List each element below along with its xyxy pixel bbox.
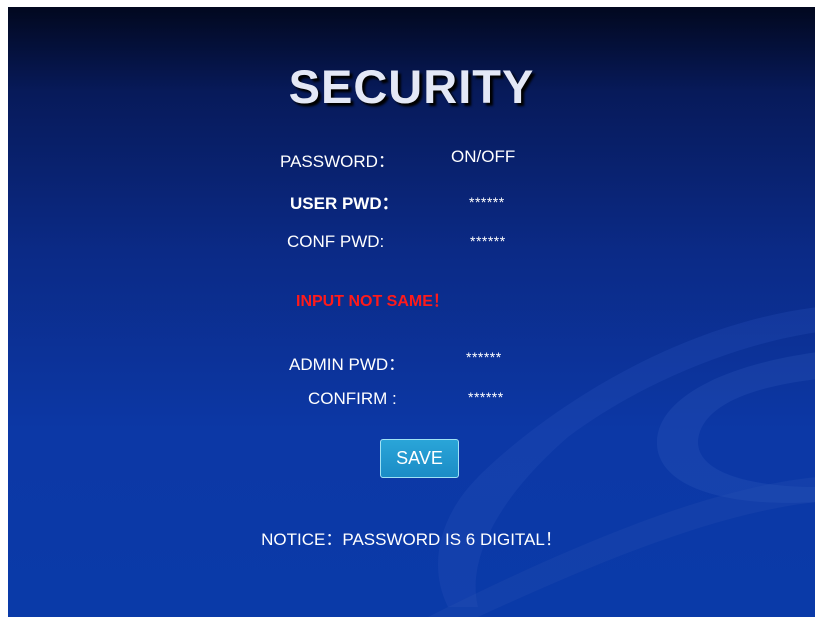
security-screen: SECURITY PASSWORD： ON/OFF USER PWD： ****… [8,7,815,617]
password-notice: NOTICE：PASSWORD IS 6 DIGITAL！ [261,530,562,549]
conf-pwd-field[interactable]: ****** [470,233,506,249]
admin-pwd-label: ADMIN PWD： [289,355,406,374]
password-toggle-value[interactable]: ON/OFF [451,147,515,167]
admin-pwd-field[interactable]: ****** [466,349,502,365]
conf-pwd-label: CONF PWD: [287,232,385,251]
password-toggle-label: PASSWORD： [280,152,395,171]
confirm-field[interactable]: ****** [468,389,504,405]
confirm-label: CONFIRM : [308,389,397,408]
page-title: SECURITY [288,60,535,113]
save-button[interactable]: SAVE [380,439,459,478]
user-pwd-field[interactable]: ****** [469,194,505,210]
error-message: INPUT NOT SAME！ [296,293,449,310]
user-pwd-label: USER PWD： [290,194,399,213]
